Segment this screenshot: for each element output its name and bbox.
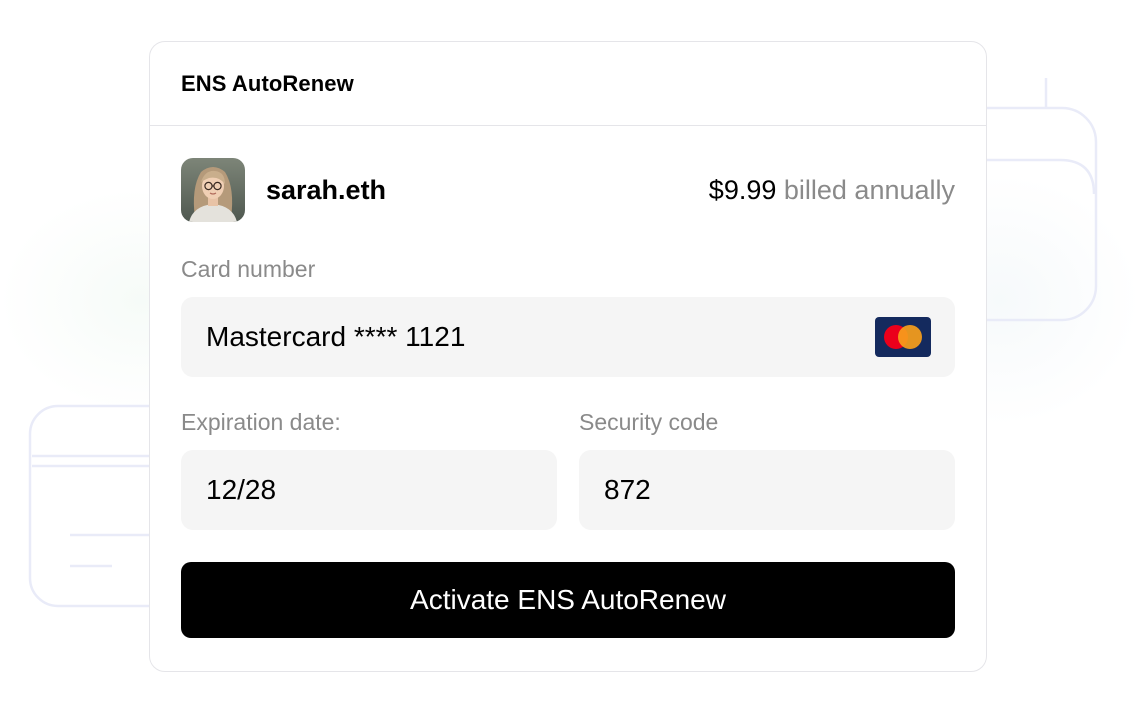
user-avatar-icon bbox=[181, 158, 245, 222]
mastercard-icon bbox=[875, 317, 931, 357]
security-code-label: Security code bbox=[579, 409, 719, 435]
expiration-group: Expiration date: 12/28 bbox=[181, 409, 557, 530]
mastercard-orange-circle bbox=[898, 325, 922, 349]
username: sarah.eth bbox=[266, 174, 387, 205]
expiration-field[interactable]: 12/28 bbox=[181, 450, 557, 530]
user-info: sarah.eth bbox=[181, 158, 386, 222]
user-avatar bbox=[181, 158, 245, 222]
price-amount: $9.99 bbox=[708, 174, 777, 205]
card-details-row: Expiration date: 12/28 Security code 872 bbox=[181, 409, 955, 530]
security-group: Security code 872 bbox=[579, 409, 955, 530]
card-body: sarah.eth $9.99 billed annually Card num… bbox=[150, 126, 986, 638]
expiration-label: Expiration date: bbox=[181, 409, 341, 435]
billing-period: billed annually bbox=[776, 174, 955, 205]
card-number-value: Mastercard **** 1121 bbox=[206, 321, 466, 352]
security-code-value: 872 bbox=[604, 474, 651, 505]
card-title: ENS AutoRenew bbox=[181, 70, 354, 96]
card-header: ENS AutoRenew bbox=[150, 42, 986, 126]
autorenew-card: ENS AutoRenew sarah.eth $9.99 billed ann… bbox=[149, 41, 987, 672]
card-number-field[interactable]: Mastercard **** 1121 bbox=[181, 297, 955, 377]
user-row: sarah.eth $9.99 billed annually bbox=[181, 158, 955, 222]
security-code-field[interactable]: 872 bbox=[579, 450, 955, 530]
card-number-label: Card number bbox=[181, 256, 316, 282]
expiration-value: 12/28 bbox=[206, 474, 277, 505]
activate-autorenew-button[interactable]: Activate ENS AutoRenew bbox=[181, 562, 955, 638]
price-info: $9.99 billed annually bbox=[709, 175, 955, 206]
